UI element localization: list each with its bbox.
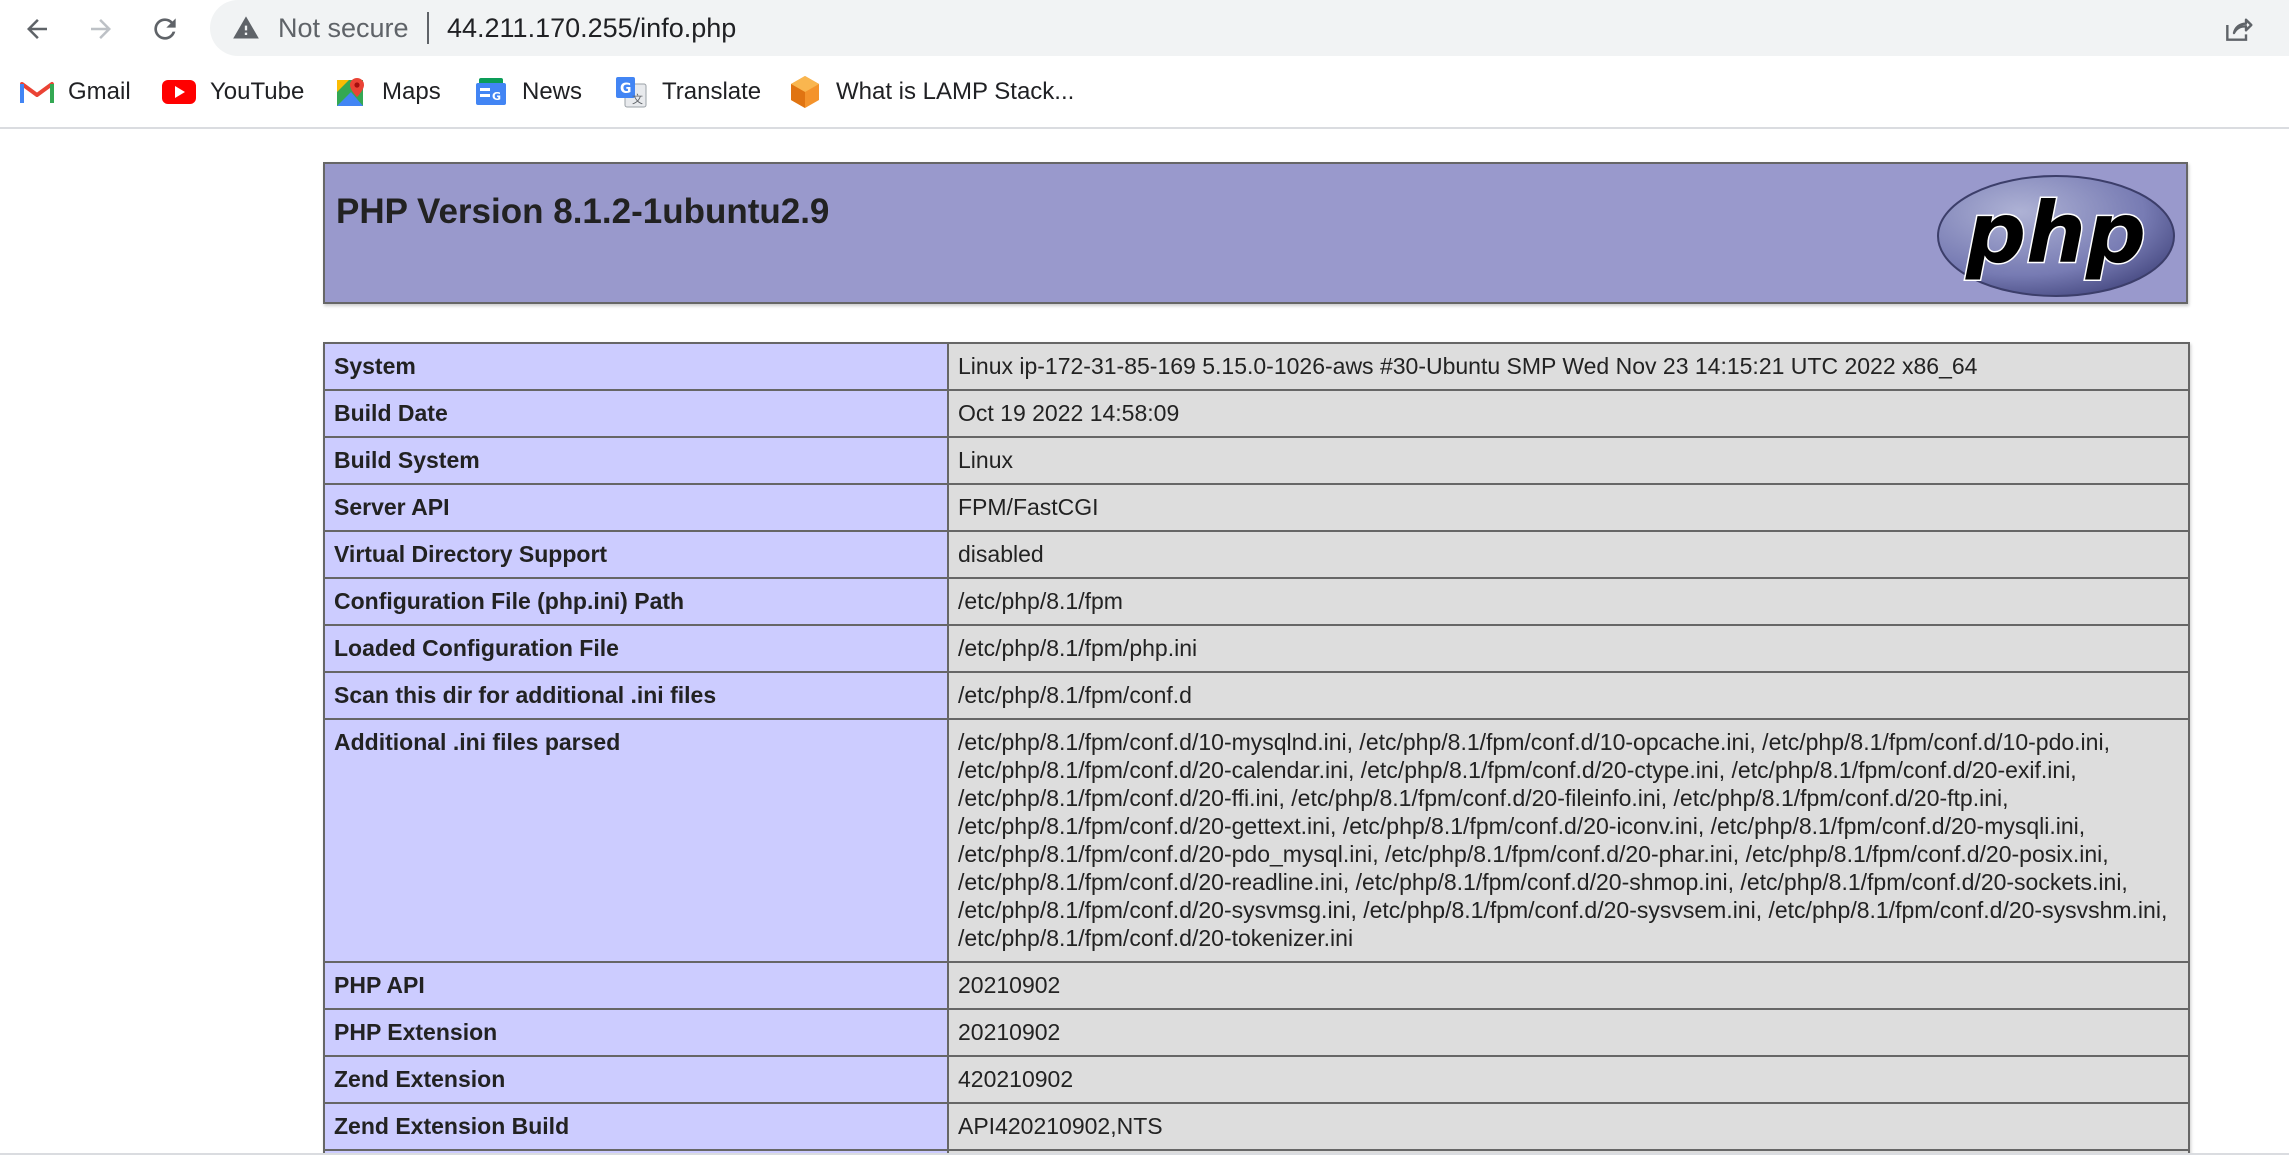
row-value: disabled <box>947 530 2190 579</box>
row-key: Loaded Configuration File <box>323 624 949 673</box>
table-row: Configuration File (php.ini) Path/etc/ph… <box>323 577 2190 626</box>
news-icon: G <box>474 75 508 109</box>
security-status[interactable]: Not secure <box>278 12 409 44</box>
table-row: Zend Extension Build API420210902,NTS <box>323 1102 2190 1151</box>
row-key: System <box>323 342 949 391</box>
row-value: API420210902,NTS <box>947 1102 2190 1151</box>
row-value: /etc/php/8.1/fpm/php.ini <box>947 624 2190 673</box>
table-row: Build Date Oct 19 2022 14:58:09 <box>323 389 2190 438</box>
arrow-right-icon <box>91 19 111 39</box>
address-bar[interactable]: Not secure 44.211.170.255/info.php <box>210 0 2289 56</box>
forward-button[interactable] <box>78 6 124 52</box>
phpinfo-header: PHP Version 8.1.2-1ubuntu2.9 php <box>323 162 2188 304</box>
table-row: PHP Extension 20210902 <box>323 1008 2190 1057</box>
bookmark-news[interactable]: G News <box>474 72 582 112</box>
bookmark-youtube[interactable]: YouTube <box>162 72 304 112</box>
cube-icon <box>788 75 822 109</box>
table-row: Virtual Directory Support disabled <box>323 530 2190 579</box>
row-key: Zend Extension <box>323 1055 949 1104</box>
row-value: /etc/php/8.1/fpm/conf.d/10-mysqlnd.ini, … <box>947 718 2190 963</box>
row-value: 420210902 <box>947 1055 2190 1104</box>
row-key: Build System <box>323 436 949 485</box>
reload-button[interactable] <box>142 6 188 52</box>
bookmark-label: Gmail <box>68 78 131 105</box>
youtube-icon <box>162 75 196 109</box>
bookmark-maps[interactable]: Maps <box>334 72 441 112</box>
bookmark-label: Translate <box>662 78 762 105</box>
omnibox-separator <box>427 12 429 44</box>
row-value: Linux <box>947 436 2190 485</box>
php-logo-icon[interactable]: php <box>1934 172 2178 300</box>
share-icon[interactable] <box>2222 13 2254 45</box>
bookmark-label: Maps <box>382 78 441 105</box>
row-key: Server API <box>323 483 949 532</box>
row-value: 20210902 <box>947 1008 2190 1057</box>
table-row: Loaded Configuration File/etc/php/8.1/fp… <box>323 624 2190 673</box>
svg-text:G: G <box>492 90 501 103</box>
warning-icon <box>233 16 259 39</box>
bookmark-translate[interactable]: G 文 Translate <box>614 72 761 112</box>
browser-toolbar: Not secure 44.211.170.255/info.php <box>0 0 2289 58</box>
php-version-title: PHP Version 8.1.2-1ubuntu2.9 <box>336 192 830 231</box>
row-key: Configuration File (php.ini) Path <box>323 577 949 626</box>
row-key: PHP Extension <box>323 1008 949 1057</box>
bookmark-gmail[interactable]: Gmail <box>20 72 131 112</box>
row-key: Zend Extension Build <box>323 1102 949 1151</box>
table-row: Scan this dir for additional .ini files /… <box>323 671 2190 720</box>
svg-text:php: php <box>1965 184 2146 282</box>
table-row: Build System Linux <box>323 436 2190 485</box>
bookmark-label: What is LAMP Stack... <box>836 78 1075 105</box>
table-row: Server API FPM/FastCGI <box>323 483 2190 532</box>
svg-text:文: 文 <box>632 92 643 106</box>
page-viewport[interactable]: PHP Version 8.1.2-1ubuntu2.9 php System L… <box>0 129 2289 1153</box>
bottom-divider <box>0 1153 2289 1159</box>
row-value: /etc/php/8.1/fpm/conf.d <box>947 671 2190 720</box>
table-row: Zend Extension 420210902 <box>323 1055 2190 1104</box>
row-key: Virtual Directory Support <box>323 530 949 579</box>
reload-icon <box>154 18 176 40</box>
row-key: PHP API <box>323 961 949 1010</box>
row-value: 20210902 <box>947 961 2190 1010</box>
row-value: FPM/FastCGI <box>947 483 2190 532</box>
arrow-left-icon <box>27 19 47 39</box>
row-key: Build Date <box>323 389 949 438</box>
bookmark-label: News <box>522 78 583 105</box>
phpinfo-table: System Linux ip-172-31-85-169 5.15.0-1026… <box>323 342 2190 1153</box>
bookmarks-bar: Gmail YouTube Maps G News G 文 Translate … <box>0 62 2289 122</box>
row-value: Linux ip-172-31-85-169 5.15.0-1026-aws #… <box>947 342 2190 391</box>
gmail-icon <box>20 75 54 109</box>
bookmark-label: YouTube <box>210 78 305 105</box>
table-row: System Linux ip-172-31-85-169 5.15.0-1026… <box>323 342 2190 391</box>
back-button[interactable] <box>14 6 60 52</box>
row-value: /etc/php/8.1/fpm <box>947 577 2190 626</box>
row-value: Oct 19 2022 14:58:09 <box>947 389 2190 438</box>
table-row: Additional .ini files parsed/etc/php/8.1… <box>323 718 2190 963</box>
url-text[interactable]: 44.211.170.255/info.php <box>447 12 736 44</box>
bookmark-lamp-stack[interactable]: What is LAMP Stack... <box>788 72 1074 112</box>
svg-text:G: G <box>620 81 632 97</box>
translate-icon: G 文 <box>614 75 648 109</box>
row-key: Additional .ini files parsed <box>323 718 949 963</box>
table-row: PHP API 20210902 <box>323 961 2190 1010</box>
row-key: Scan this dir for additional .ini files <box>323 671 949 720</box>
maps-icon <box>334 75 368 109</box>
